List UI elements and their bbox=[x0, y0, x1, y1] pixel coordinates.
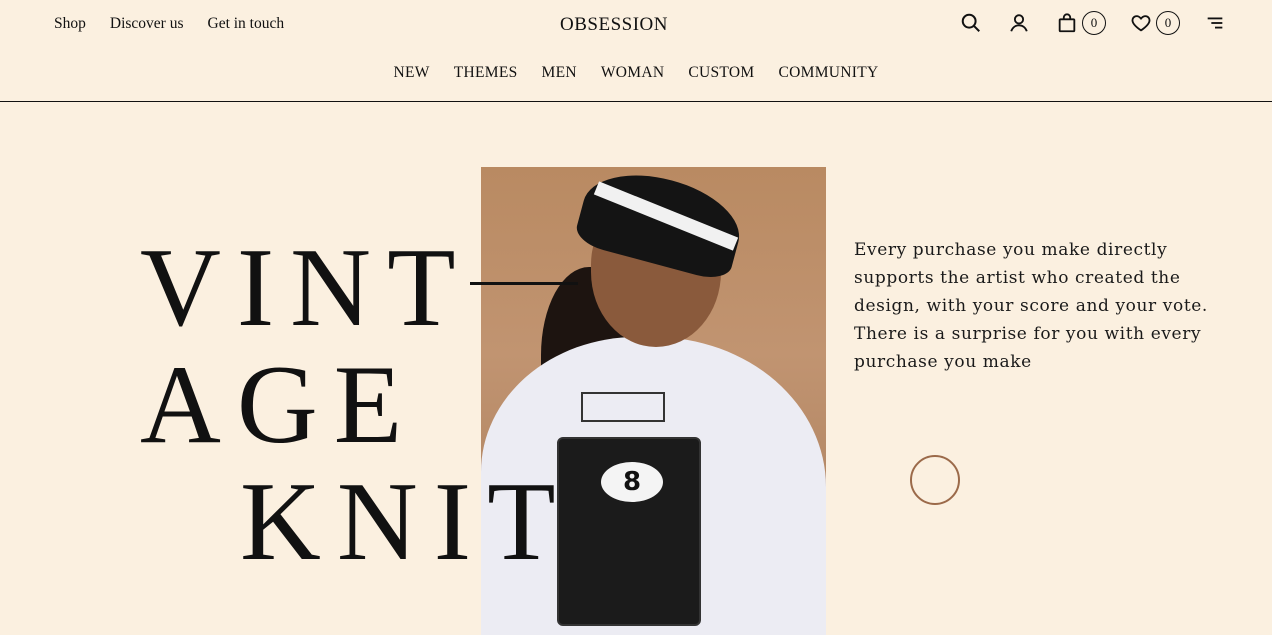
headline-line-1: VINT bbox=[140, 226, 472, 350]
landing-page: Shop Discover us Get in touch OBSESSION … bbox=[0, 0, 1272, 635]
headline-line-2: AGE bbox=[140, 343, 419, 467]
wishlist-count-badge: 0 bbox=[1156, 11, 1180, 35]
wishlist-button[interactable]: 0 bbox=[1128, 10, 1180, 36]
nav-themes[interactable]: THEMES bbox=[454, 64, 518, 82]
cart-count-badge: 0 bbox=[1082, 11, 1106, 35]
nav-community[interactable]: COMMUNITY bbox=[778, 64, 878, 82]
site-header: Shop Discover us Get in touch OBSESSION … bbox=[0, 0, 1272, 102]
header-icons: 0 0 bbox=[958, 10, 1228, 36]
menu-icon bbox=[1202, 10, 1228, 36]
nav-custom[interactable]: CUSTOM bbox=[688, 64, 754, 82]
hero-description: Every purchase you make directly support… bbox=[854, 240, 1208, 372]
scroll-indicator-circle[interactable] bbox=[910, 455, 960, 505]
bag-icon bbox=[1054, 10, 1080, 36]
eight-ball-graphic: 8 bbox=[601, 462, 663, 502]
main-nav: NEW THEMES MEN WOMAN CUSTOM COMMUNITY bbox=[0, 64, 1272, 82]
nav-woman[interactable]: WOMAN bbox=[601, 64, 665, 82]
headline-line-3: KNIT bbox=[240, 460, 572, 584]
menu-button[interactable] bbox=[1202, 10, 1228, 36]
search-button[interactable] bbox=[958, 10, 984, 36]
nav-new[interactable]: NEW bbox=[394, 64, 430, 82]
search-icon bbox=[958, 10, 984, 36]
cart-button[interactable]: 0 bbox=[1054, 10, 1106, 36]
headline-divider bbox=[470, 282, 578, 285]
account-button[interactable] bbox=[1006, 10, 1032, 36]
heart-icon bbox=[1128, 10, 1154, 36]
user-icon bbox=[1006, 10, 1032, 36]
nav-men[interactable]: MEN bbox=[542, 64, 577, 82]
